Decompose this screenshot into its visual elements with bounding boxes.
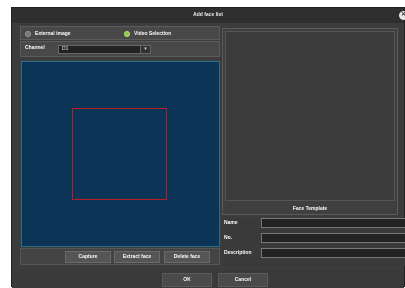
number-row: No. — [222, 233, 405, 243]
number-label: No. — [224, 235, 233, 241]
name-label: Name — [224, 220, 238, 226]
description-label: Description — [224, 250, 252, 256]
face-info-form: Name No. Description — [222, 218, 405, 266]
face-detection-box[interactable] — [72, 108, 167, 200]
close-icon[interactable]: ✕ — [399, 11, 405, 20]
chevron-down-icon: ▾ — [140, 46, 150, 53]
face-template-label: Face Template — [292, 206, 328, 212]
dialog-footer: OK Cancel — [12, 269, 404, 288]
dialog-title: Add face list — [193, 12, 223, 18]
video-selection-label: Video Selection — [134, 31, 172, 37]
channel-value: D1 — [62, 46, 69, 52]
face-template-preview — [225, 31, 395, 201]
extract-face-button[interactable]: Extract face — [114, 251, 160, 263]
action-button-bar: Capture Extract face Delete face — [20, 248, 220, 265]
video-selection-radio[interactable]: Video Selection — [124, 29, 171, 39]
source-selector: External image Video Selection — [20, 26, 220, 40]
radio-unselected-icon — [25, 31, 31, 37]
dialog-titlebar: Add face list — [12, 8, 404, 23]
add-face-list-dialog: Add face list ✕ External image Video Sel… — [11, 7, 405, 288]
channel-row: Channel D1 ▾ — [20, 41, 220, 57]
external-image-label: External image — [35, 31, 71, 37]
capture-button[interactable]: Capture — [65, 251, 111, 263]
external-image-radio[interactable]: External image — [25, 29, 71, 39]
description-input[interactable] — [261, 248, 405, 258]
face-template-panel: Face Template — [222, 28, 398, 215]
channel-select[interactable]: D1 ▾ — [58, 45, 151, 54]
radio-selected-icon — [124, 31, 130, 37]
ok-button[interactable]: OK — [162, 273, 212, 287]
name-input[interactable] — [261, 218, 405, 228]
number-input[interactable] — [261, 233, 405, 243]
channel-label: Channel — [25, 45, 45, 51]
name-row: Name — [222, 218, 405, 228]
video-preview[interactable] — [21, 61, 220, 247]
delete-face-button[interactable]: Delete face — [164, 251, 210, 263]
cancel-button[interactable]: Cancel — [218, 273, 268, 287]
description-row: Description — [222, 248, 405, 258]
